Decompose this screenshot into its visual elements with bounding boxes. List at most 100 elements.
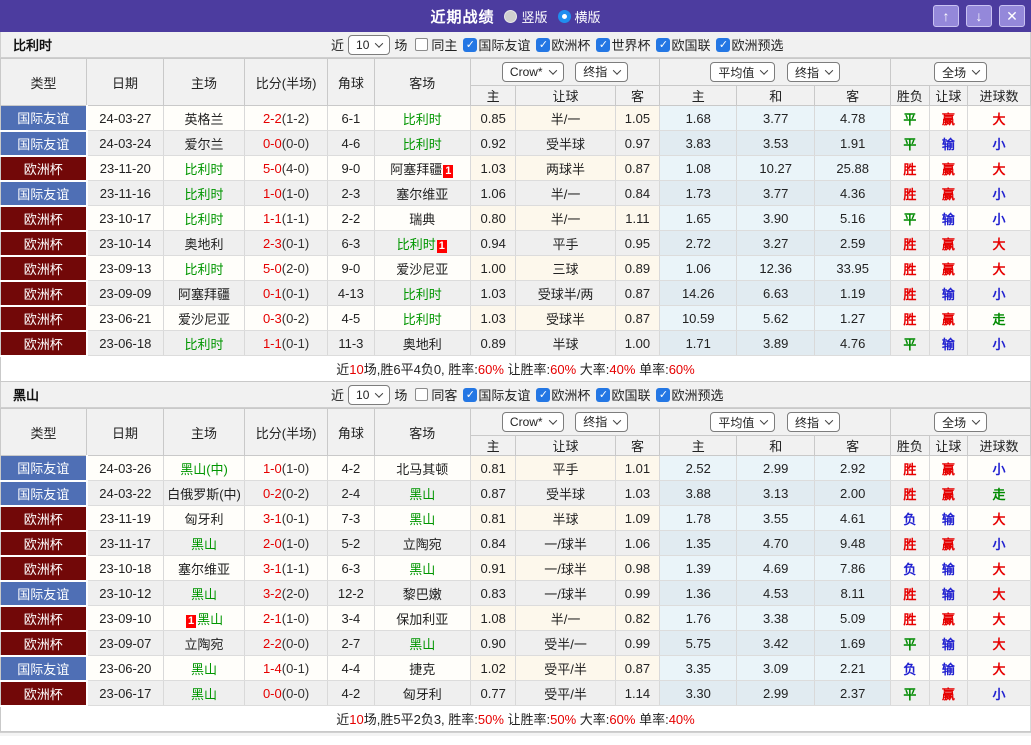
final-odds-select[interactable]: 终指 — [575, 411, 629, 432]
avg-away-odds: 1.69 — [814, 630, 892, 656]
average-select[interactable]: 平均值 — [710, 62, 776, 82]
avg-draw-odds: 3.89 — [736, 330, 816, 356]
layout-radio-vertical[interactable]: 竖版 — [504, 7, 548, 26]
corner-score: 6-3 — [327, 555, 375, 581]
summary-text: 大率: — [576, 712, 610, 728]
recent-count-select[interactable]: 10 — [348, 384, 391, 405]
chevron-down-icon — [548, 66, 557, 76]
match-score: 2-2(1-2) — [244, 105, 329, 131]
league-filter-item[interactable]: ✓ 欧洲预选 — [710, 35, 783, 54]
checkbox-checked-icon[interactable]: ✓ — [463, 387, 478, 402]
away-odds: 0.82 — [615, 605, 661, 631]
away-team: 比利时 1 — [374, 230, 471, 256]
league-filter-item[interactable]: ✓ 欧洲杯 — [530, 35, 590, 54]
result-goals: 大 — [967, 105, 1031, 131]
recent-count-select[interactable]: 10 — [348, 34, 391, 55]
corner-score: 11-3 — [327, 330, 375, 356]
fulltime-score: 1-1 — [262, 335, 282, 351]
type-badge: 欧洲杯 — [0, 155, 88, 182]
halftime-score: (1-1) — [281, 210, 310, 226]
layout-radio-horizontal[interactable]: 横版 — [557, 7, 601, 26]
summary-text: 让胜率: — [503, 362, 551, 378]
match-row: 欧洲杯 23-09-13 比利时 5-0(2-0) 9-0 爱沙尼亚 1.00 三球 0.89 1… — [0, 255, 1031, 282]
handicap-line: 受半球 — [515, 130, 616, 156]
team-name-text: 黑山 — [409, 486, 436, 502]
close-button[interactable]: ✕ — [999, 5, 1025, 27]
close-icon: ✕ — [1006, 7, 1018, 24]
match-row: 国际友谊 24-03-24 爱尔兰 0-0(0-0) 4-6 比利时 0.92 受半球 0.97… — [0, 130, 1031, 157]
corner-score: 4-6 — [327, 130, 375, 156]
result-goals: 大 — [967, 505, 1031, 531]
corner-score: 3-4 — [327, 605, 375, 631]
home-team: 1 黑山 — [163, 605, 246, 631]
home-odds: 0.81 — [470, 505, 517, 531]
recent-suffix-label: 场 — [394, 388, 408, 403]
avg-away-odds: 25.88 — [814, 155, 892, 181]
result-goals: 小 — [967, 280, 1031, 306]
same-side-checkbox[interactable] — [415, 388, 429, 401]
league-filter-item[interactable]: ✓ 欧国联 — [650, 35, 710, 54]
avg-draw-odds: 3.77 — [736, 180, 816, 206]
avg-away-odds: 1.91 — [814, 130, 892, 156]
away-odds: 0.98 — [615, 555, 661, 581]
final-odds-select[interactable]: 终指 — [575, 61, 629, 82]
league-filter-item[interactable]: ✓ 欧洲预选 — [650, 385, 723, 404]
average-value: 平均值 — [718, 415, 755, 430]
league-filter-item[interactable]: ✓ 欧洲杯 — [530, 385, 590, 404]
chevron-down-icon — [824, 416, 834, 425]
fulltime-score: 5-0 — [262, 260, 282, 276]
team-name-text: 塞尔维亚 — [178, 561, 231, 577]
halftime-score: (0-2) — [281, 310, 310, 326]
scope-select[interactable]: 全场 — [934, 62, 988, 82]
league-label: 欧国联 — [671, 38, 711, 53]
match-row: 欧洲杯 23-09-10 1 黑山 2-1(1-0) 3-4 保加利亚 1.08 半/一 0.82… — [0, 605, 1031, 632]
radio-unselected-icon[interactable] — [504, 9, 518, 23]
handicap-line: 受平/半 — [515, 680, 616, 706]
checkbox-checked-icon[interactable]: ✓ — [716, 37, 731, 52]
league-filter-item[interactable]: ✓ 国际友谊 — [457, 385, 530, 404]
checkbox-checked-icon[interactable]: ✓ — [656, 37, 671, 52]
col-header-result-goals: 进球数 — [967, 85, 1031, 106]
checkbox-checked-icon[interactable]: ✓ — [463, 37, 478, 52]
home-odds: 0.90 — [470, 630, 517, 656]
scroll-up-button[interactable]: ↑ — [933, 5, 959, 27]
checkbox-checked-icon[interactable]: ✓ — [596, 37, 611, 52]
away-team: 爱沙尼亚 — [374, 255, 471, 281]
league-filter-item[interactable]: ✓ 欧国联 — [590, 385, 650, 404]
scroll-down-button[interactable]: ↓ — [966, 5, 992, 27]
odds-source-select[interactable]: Crow* — [501, 62, 564, 83]
average-select[interactable]: 平均值 — [710, 412, 776, 432]
away-team: 阿塞拜疆 1 — [374, 155, 471, 181]
league-filter-item[interactable]: ✓ 国际友谊 — [457, 35, 530, 54]
result-wdl: 胜 — [890, 180, 930, 206]
odds-source-select[interactable]: Crow* — [501, 412, 564, 433]
final-odds-select-2[interactable]: 终指 — [787, 412, 841, 432]
checkbox-checked-icon[interactable]: ✓ — [536, 387, 551, 402]
final-odds-value: 终指 — [583, 65, 608, 80]
same-side-checkbox[interactable] — [415, 38, 429, 51]
checkbox-checked-icon[interactable]: ✓ — [536, 37, 551, 52]
team-name-text: 比利时 — [184, 186, 224, 202]
type-badge: 国际友谊 — [0, 480, 88, 507]
arrow-up-icon: ↑ — [942, 8, 950, 24]
scope-select[interactable]: 全场 — [934, 412, 988, 432]
fulltime-score: 2-2 — [262, 110, 282, 126]
match-row: 国际友谊 24-03-22 白俄罗斯(中) 0-2(0-2) 2-4 黑山 0.87 受半球 1… — [0, 480, 1031, 507]
type-badge: 欧洲杯 — [0, 555, 88, 582]
checkbox-checked-icon[interactable]: ✓ — [656, 387, 671, 402]
league-filter-item[interactable]: ✓ 世界杯 — [590, 35, 650, 54]
match-date: 23-11-17 — [86, 530, 165, 556]
final-odds-value: 终指 — [583, 415, 608, 430]
match-score: 3-2(2-0) — [244, 580, 329, 606]
checkbox-checked-icon[interactable]: ✓ — [596, 387, 611, 402]
fulltime-score: 2-1 — [262, 610, 282, 626]
results-table-belgium: 类型 日期 主场 比分(半场) 角球 客场 Crow* 终指 平均值 终指 全场… — [0, 58, 1031, 382]
radio-selected-icon[interactable] — [557, 9, 571, 23]
match-score: 1-0(1-0) — [244, 455, 329, 481]
final-odds-select-2[interactable]: 终指 — [787, 62, 841, 82]
away-team: 黑山 — [374, 505, 471, 531]
match-date: 23-06-18 — [86, 330, 165, 356]
avg-draw-odds: 2.99 — [736, 455, 816, 481]
match-row: 国际友谊 24-03-26 黑山(中) 1-0(1-0) 4-2 北马其顿 0.81 平手 1.… — [0, 455, 1031, 482]
avg-draw-odds: 12.36 — [736, 255, 816, 281]
